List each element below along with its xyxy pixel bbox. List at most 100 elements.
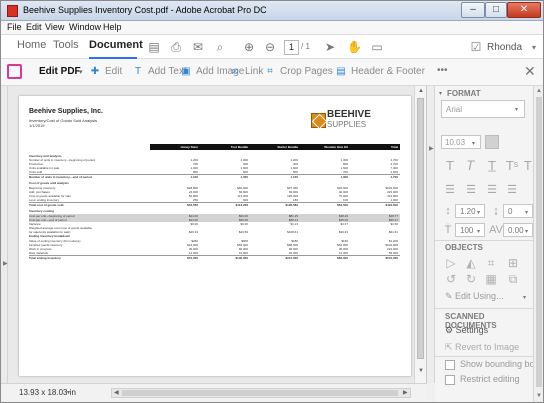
table-cell: $215,000: [285, 256, 298, 260]
right-pane-toggle[interactable]: ▶: [427, 86, 435, 383]
arrange-objects-icon[interactable]: ⧉: [505, 272, 521, 286]
restrict-editing-option[interactable]: Restrict editing: [445, 374, 520, 385]
print-icon[interactable]: ⎙: [169, 40, 183, 54]
column-header: Wooden Hive Kit: [324, 145, 348, 149]
panel-scrollbar[interactable]: ▲ ▼: [533, 86, 543, 402]
horizontal-scroll-thumb[interactable]: [122, 390, 398, 396]
font-family-select[interactable]: Arial ▾: [441, 100, 525, 118]
edit-pdf-chevron-icon[interactable]: ▾: [79, 68, 83, 76]
link-button[interactable]: ∞ Link: [228, 66, 263, 77]
superscript-icon[interactable]: Tˢ: [505, 159, 519, 173]
section-divider: [435, 308, 533, 309]
edit-using-chevron-icon[interactable]: ▾: [523, 294, 526, 301]
more-tools-button[interactable]: •••: [437, 65, 448, 76]
settings-button[interactable]: ⚙ Settings: [445, 325, 488, 336]
crop-image-icon[interactable]: ⌗: [483, 256, 499, 270]
scroll-right-icon[interactable]: ▶: [403, 389, 408, 396]
rotate-left-icon[interactable]: ↺: [443, 272, 459, 286]
character-spacing-select[interactable]: 0.00 ▾: [503, 223, 533, 237]
align-center-icon[interactable]: ☰: [464, 183, 478, 197]
underline-style-icon[interactable]: T̲: [485, 159, 499, 173]
italic-style-icon[interactable]: 𝑇: [464, 159, 478, 173]
line-spacing-select[interactable]: 1.20 ▾: [455, 204, 485, 218]
show-bounding-boxes-checkbox[interactable]: [445, 359, 455, 370]
menu-window[interactable]: Window: [69, 22, 101, 32]
expand-left-pane-icon[interactable]: ▶: [3, 260, 8, 267]
panel-scroll-up-icon[interactable]: ▲: [536, 88, 542, 94]
section-divider: [435, 240, 533, 241]
format-header[interactable]: ▾ FORMAT: [435, 86, 533, 99]
menu-file[interactable]: File: [7, 22, 22, 32]
maximize-button[interactable]: □: [485, 2, 507, 18]
left-pane-toggle[interactable]: ▶: [1, 86, 8, 383]
align-objects-icon[interactable]: ⊞: [505, 256, 521, 270]
header-footer-button[interactable]: ▤ Header & Footer: [334, 66, 425, 77]
edit-pdf-title[interactable]: Edit PDF: [39, 66, 81, 77]
character-spacing-value: 0.00: [508, 226, 524, 235]
open-folder-icon[interactable]: ▭: [370, 40, 384, 54]
hand-tool-icon[interactable]: ✋: [347, 40, 362, 54]
close-edit-icon[interactable]: ✕: [524, 63, 536, 80]
table-cell: $72,000: [187, 256, 198, 260]
restrict-editing-checkbox[interactable]: [445, 374, 455, 385]
tab-tools[interactable]: Tools: [53, 39, 79, 51]
line-spacing-value: 1.20: [460, 207, 476, 216]
horizontal-scrollbar[interactable]: ◀ ▶: [111, 388, 411, 398]
edit-tool-button[interactable]: ✚ Edit: [88, 66, 122, 77]
user-name[interactable]: Rhonda: [487, 42, 522, 53]
page-number-input[interactable]: 1: [284, 40, 299, 55]
edit-using-button[interactable]: ✎ Edit Using...: [445, 291, 504, 302]
flip-vertical-icon[interactable]: ▷: [443, 256, 459, 270]
close-window-button[interactable]: ✕: [507, 2, 541, 18]
sign-icon[interactable]: ☑: [469, 40, 483, 54]
window-title: Beehive Supplies Inventory Cost.pdf - Ad…: [23, 5, 267, 15]
text-color-swatch[interactable]: [485, 135, 499, 149]
main-toolbar: Home Tools Document ▤ ⎙ ✉ ⌕ ⊕ ⊖ 1 / 1 ➤ …: [1, 35, 543, 59]
font-size-select[interactable]: 10.03 ▾: [441, 135, 481, 149]
user-menu-chevron-icon[interactable]: ▾: [532, 43, 536, 52]
email-icon[interactable]: ✉: [191, 40, 205, 54]
collapse-right-pane-icon[interactable]: ▶: [429, 145, 434, 152]
format-expand-icon[interactable]: ▾: [439, 90, 442, 97]
edit-pdf-mode-icon[interactable]: [7, 64, 22, 79]
horizontal-scale-select[interactable]: 100 ▾: [455, 223, 485, 237]
menu-view[interactable]: View: [45, 22, 64, 32]
page-size-chevron-icon[interactable]: ▾: [67, 389, 70, 396]
pdf-page[interactable]: Beehive Supplies, Inc. Inventory/Cost of…: [19, 96, 411, 376]
vertical-scrollbar[interactable]: ▲ ▼: [414, 86, 426, 383]
format-panel: ▾ FORMAT Arial ▾ 10.03 ▾ T 𝑇 T̲ Tˢ T₁ ☰ …: [435, 86, 543, 402]
next-page-icon[interactable]: ⊖: [263, 40, 277, 54]
crop-pages-button[interactable]: ⌗ Crop Pages: [263, 66, 333, 77]
previous-page-icon[interactable]: ⊕: [242, 40, 256, 54]
menu-edit[interactable]: Edit: [26, 22, 42, 32]
align-right-icon[interactable]: ☰: [485, 183, 499, 197]
rotate-right-icon[interactable]: ↻: [463, 272, 479, 286]
table-row: Cost of goods sold analysis: [29, 181, 400, 185]
search-icon[interactable]: ⌕: [213, 40, 227, 54]
row-label: Total cost of goods sold: [29, 203, 64, 207]
tab-home[interactable]: Home: [17, 39, 46, 51]
show-bounding-boxes-option[interactable]: Show bounding boxes: [445, 359, 543, 370]
paragraph-spacing-select[interactable]: 0 ▾: [503, 204, 533, 218]
save-icon[interactable]: ▤: [147, 40, 161, 54]
bullet-list-icon[interactable]: ☰: [443, 183, 457, 197]
menu-help[interactable]: Help: [103, 22, 122, 32]
vertical-scroll-thumb[interactable]: [417, 98, 424, 359]
font-style-icon[interactable]: T: [443, 159, 457, 173]
table-cell: $82,000: [337, 256, 348, 260]
replace-image-icon[interactable]: ▦: [483, 272, 499, 286]
justify-icon[interactable]: ☰: [505, 183, 519, 197]
report-date: 1/1/2015: [29, 123, 45, 128]
scroll-up-icon[interactable]: ▲: [418, 88, 424, 94]
flip-horizontal-icon[interactable]: ◭: [463, 256, 479, 270]
panel-scroll-thumb[interactable]: [536, 97, 542, 387]
column-header: Starter Bundle: [277, 145, 298, 149]
scroll-down-icon[interactable]: ▼: [418, 368, 424, 374]
revert-to-image-button[interactable]: ⇱ Revert to Image: [445, 342, 519, 353]
panel-scroll-down-icon[interactable]: ▼: [536, 393, 542, 399]
select-tool-icon[interactable]: ➤: [323, 40, 337, 54]
table-header: Honey Stem Tool Bundle Starter Bundle Wo…: [150, 144, 400, 150]
scroll-left-icon[interactable]: ◀: [114, 389, 119, 396]
tab-document[interactable]: Document: [89, 39, 143, 51]
minimize-button[interactable]: –: [461, 2, 485, 18]
